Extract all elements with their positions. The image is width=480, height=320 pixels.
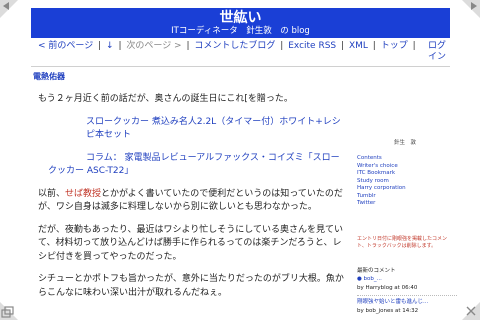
prev-page-link[interactable]: < 前のページ [38, 41, 93, 52]
nav-separator: | [341, 41, 345, 51]
category-label[interactable]: 電熱佑器 [33, 71, 65, 82]
sidebar-item-harry-corporation[interactable]: Harry corporation [357, 185, 406, 193]
sidebar-links: Contents Writer's choice ITC Bookmark St… [357, 155, 406, 208]
post-paragraph: シチューとかポトフも旨かったが、意外に当たりだったのがブリ大根。魚からこんなに味… [38, 274, 344, 298]
login-link-line: イン [428, 52, 447, 62]
site-header: 世紘い ITコーディネータ 針生敦 の blog [31, 8, 450, 38]
professor-link[interactable]: せば教授 [65, 189, 101, 199]
nav-separator: | [98, 41, 102, 51]
sidebar-item-contents[interactable]: Contents [357, 155, 406, 163]
nav-separator: | [412, 41, 416, 51]
nav-separator: | [186, 41, 190, 51]
fullscreen-icon[interactable] [462, 302, 480, 320]
post-text: 以前、 [38, 188, 66, 199]
post-body: もう２ヶ月近く前の話だが、奥さんの誕生日にこれ[を贈った。 スロークッカー 煮込… [38, 93, 346, 309]
login-link-line: ログ [428, 41, 447, 51]
sidebar-notice: エントリ日付に剛眼強を掲載したコメント、トラックバックは削除します。 [357, 236, 448, 249]
product-link[interactable]: スロークッカー 煮込み名人2.2L（タイマー付）ホワイト+レシピ本セット [38, 116, 346, 143]
recent-comments-heading: 最新のコメント [357, 268, 396, 274]
arrow-right-icon[interactable] [462, 0, 480, 18]
sidebar-item-itc-bookmark[interactable]: ITC Bookmark [357, 170, 406, 178]
nav-separator: | [372, 41, 376, 51]
top-link[interactable]: トップ [381, 41, 408, 52]
xml-link[interactable]: XML [349, 41, 368, 52]
review-link[interactable]: コラム： 家電製品レビューアルファックス・コイズミ「スロークッカー ASC-T2… [38, 152, 346, 179]
divider [357, 295, 457, 296]
sidebar-item-writers-choice[interactable]: Writer's choice [357, 163, 406, 171]
nav-bar: < 前のページ | ↓ | 次のページ > | コメントしたブログ | Exci… [38, 41, 448, 52]
rss-link[interactable]: Excite RSS [288, 41, 336, 52]
post-paragraph: 以前、せば教授とかがよく書いていたので便利だというのは知っていたのだが、ワシ自身… [38, 188, 346, 215]
nav-separator: | [118, 41, 122, 51]
comment-title[interactable]: ● bob_... [357, 275, 457, 284]
post-paragraph: だが、夜勤もあったり、最近はワシより忙しそうにしている奥さんを見ていて、材料切っ… [38, 224, 344, 262]
sidebar-item-twitter[interactable]: Twitter [357, 200, 406, 208]
author-name: 針生 敦 [394, 140, 417, 146]
recent-comments: ● bob_... by Harryblog at 06:40 剛眼強ヤ始いと雷… [357, 275, 457, 316]
post-paragraph: もう２ヶ月近く前の話だが、奥さんの誕生日にこれ[を贈った。 [38, 94, 293, 104]
next-page-link[interactable]: 次のページ > [126, 41, 181, 52]
commented-blogs-link[interactable]: コメントしたブログ [194, 41, 275, 52]
sidebar-item-tumblr[interactable]: Tumblr [357, 193, 406, 201]
window-icon[interactable] [0, 302, 18, 320]
comment-meta: by Harryblog at 06:40 [357, 285, 418, 291]
jump-down-link[interactable]: ↓ [106, 41, 114, 52]
login-link[interactable]: ログ イン [428, 41, 450, 63]
divider [31, 66, 450, 67]
comment-title[interactable]: 剛眼強ヤ始いと雷も進んじ... [357, 298, 457, 307]
arrow-left-icon[interactable] [0, 0, 18, 18]
nav-separator: | [280, 41, 284, 51]
sidebar-item-study-room[interactable]: Study room [357, 178, 406, 186]
review-label: コラム： [86, 152, 122, 163]
comment-meta: by bob_jones at 14:32 [357, 308, 419, 314]
site-subtitle: ITコーディネータ 針生敦 の blog [171, 26, 310, 36]
